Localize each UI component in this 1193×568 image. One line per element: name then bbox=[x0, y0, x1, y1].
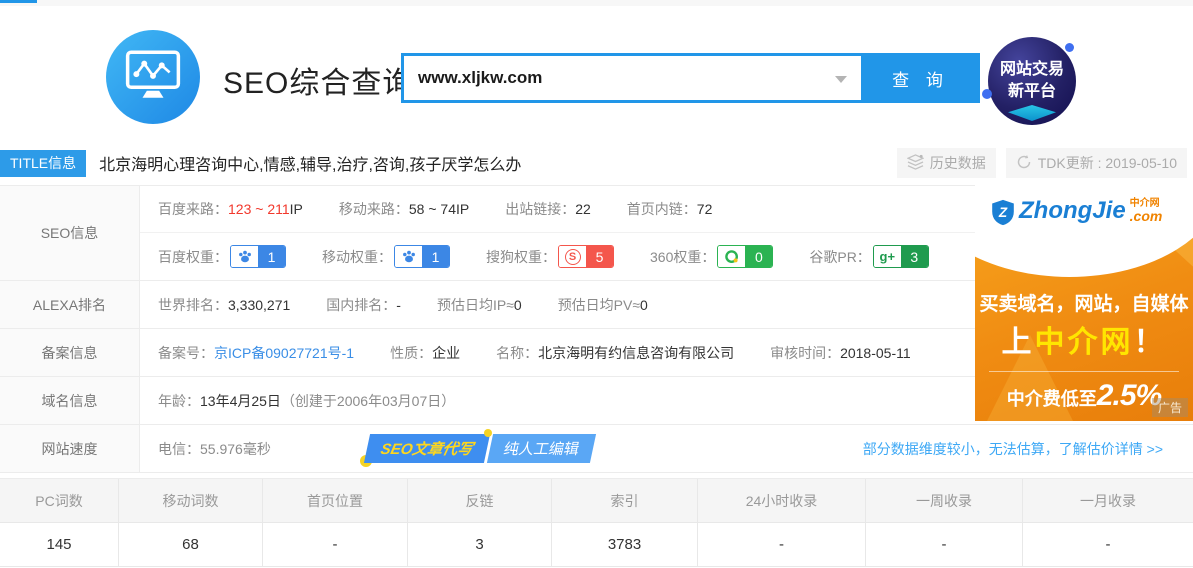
svg-text:Z: Z bbox=[998, 205, 1008, 220]
baidu-traffic: 百度来路： 123 ~ 211 IP bbox=[158, 199, 303, 219]
google-pr-badge[interactable]: g+ 3 bbox=[873, 245, 929, 268]
top-strip bbox=[0, 0, 1193, 6]
site-trade-badge-line1: 网站交易 bbox=[1000, 59, 1064, 81]
shield-z-icon: Z bbox=[991, 199, 1015, 231]
tdk-update-status: TDK更新 : 2019-05-10 bbox=[1006, 148, 1187, 178]
homepage-internal-links: 首页内链： 72 bbox=[627, 199, 713, 219]
360-circle-icon bbox=[718, 246, 745, 267]
stats-header-pc-words: PC词数 bbox=[0, 479, 119, 522]
history-data-link[interactable]: 历史数据 bbox=[897, 148, 996, 178]
site-title-text: 北京海明心理咨询中心,情感,辅导,治疗,咨询,孩子厌学怎么办 bbox=[99, 151, 521, 175]
baidu-paw-icon bbox=[231, 246, 258, 267]
estimate-detail-link[interactable]: 部分数据维度较小，无法估算，了解估价详情 >> bbox=[863, 439, 1163, 459]
360-weight: 360权重： 0 bbox=[650, 245, 773, 268]
stats-header-home-position: 首页位置 bbox=[263, 479, 408, 522]
stats-value-24h-included: - bbox=[698, 523, 866, 566]
ad-headline: 买卖域名，网站，自媒体 bbox=[975, 289, 1193, 316]
row-label-beian: 备案信息 bbox=[0, 329, 140, 376]
title-bar-right: 历史数据 TDK更新 : 2019-05-10 bbox=[897, 147, 1187, 179]
stats-value-row: 145 68 - 3 3783 - - - bbox=[0, 523, 1193, 567]
mobile-weight-badge[interactable]: 1 bbox=[394, 245, 450, 268]
org-name: 名称： 北京海明有约信息咨询有限公司 bbox=[496, 343, 734, 363]
mobile-weight: 移动权重： 1 bbox=[322, 245, 450, 268]
site-trade-badge-line2: 新平台 bbox=[1008, 81, 1056, 103]
query-button[interactable]: 查 询 bbox=[861, 53, 980, 103]
baidu-weight: 百度权重： 1 bbox=[158, 245, 286, 268]
speed-row-content: 电信： 55.976毫秒 SEO文章代写 纯人工编辑 部分数据维度较小，无法估算… bbox=[140, 425, 1193, 472]
row-label-domain: 域名信息 bbox=[0, 377, 140, 424]
top-strip-accent bbox=[0, 0, 37, 3]
zhongjie-ad-banner[interactable]: Z ZhongJie 中介网 .com 买卖域名，网站，自媒体 上中介网！ 中介… bbox=[975, 185, 1193, 421]
sogou-weight-badge[interactable]: S 5 bbox=[558, 245, 614, 268]
world-rank: 世界排名： 3,330,271 bbox=[158, 295, 290, 315]
seo-query-page: SEO综合查询 查 询 网站交易 新平台 TITLE信息 北京海明心理咨询中心,… bbox=[0, 0, 1193, 568]
audit-date: 审核时间： 2018-05-11 bbox=[770, 343, 911, 363]
outbound-links: 出站链接： 22 bbox=[505, 199, 591, 219]
history-data-label: 历史数据 bbox=[930, 153, 986, 173]
ad-divider bbox=[989, 371, 1179, 372]
stats-value-index: 3783 bbox=[552, 523, 698, 566]
stats-header-backlinks: 反链 bbox=[408, 479, 552, 522]
site-trade-badge[interactable]: 网站交易 新平台 bbox=[988, 37, 1076, 125]
telecom-speed: 电信： 55.976毫秒 bbox=[158, 439, 271, 459]
search-input-wrap bbox=[404, 56, 861, 100]
stats-header-mobile-words: 移动词数 bbox=[119, 479, 263, 522]
stats-value-week-included: - bbox=[866, 523, 1023, 566]
sogou-weight: 搜狗权重： S 5 bbox=[486, 245, 614, 268]
stats-header-24h-included: 24小时收录 bbox=[698, 479, 866, 522]
stats-value-mobile-words: 68 bbox=[119, 523, 263, 566]
tdk-update-label: TDK更新 : 2019-05-10 bbox=[1038, 153, 1177, 173]
org-type: 性质： 企业 bbox=[390, 343, 460, 363]
baidu-weight-badge[interactable]: 1 bbox=[230, 245, 286, 268]
google-plus-icon: g+ bbox=[874, 246, 901, 267]
monitor-chart-icon bbox=[125, 49, 181, 106]
table-row-speed: 网站速度 电信： 55.976毫秒 SEO文章代写 纯人工编辑 部分数据维度较小… bbox=[0, 425, 1193, 473]
row-label-alexa: ALEXA排名 bbox=[0, 281, 140, 328]
stats-value-pc-words: 145 bbox=[0, 523, 119, 566]
icp-number-link[interactable]: 京ICP备09027721号-1 bbox=[214, 343, 354, 363]
glow-platform-decor bbox=[1008, 105, 1056, 121]
app-logo bbox=[106, 30, 200, 124]
estimated-daily-pv: 预估日均PV≈ 0 bbox=[558, 295, 648, 315]
ad-tag: 广告 bbox=[1152, 398, 1188, 417]
domain-age: 年龄： 13年4月25日 （创建于2006年03月07日） bbox=[158, 391, 455, 411]
sogou-s-icon: S bbox=[559, 246, 586, 267]
caret-down-icon[interactable] bbox=[835, 76, 847, 83]
keyword-stats-table: PC词数 移动词数 首页位置 反链 索引 24小时收录 一周收录 一月收录 14… bbox=[0, 478, 1193, 567]
ad-slogan: 上中介网！ bbox=[975, 317, 1193, 361]
stats-header-month-included: 一月收录 bbox=[1023, 479, 1193, 522]
stats-header-week-included: 一周收录 bbox=[866, 479, 1023, 522]
search-bar: 查 询 bbox=[401, 53, 980, 103]
search-input[interactable] bbox=[404, 56, 861, 100]
title-info-label: TITLE信息 bbox=[0, 150, 86, 177]
stats-value-month-included: - bbox=[1023, 523, 1193, 566]
zhongjie-logo: Z ZhongJie 中介网 .com bbox=[991, 199, 1162, 231]
title-bar: TITLE信息 北京海明心理咨询中心,情感,辅导,治疗,咨询,孩子厌学怎么办 历… bbox=[0, 147, 1193, 179]
mobile-traffic: 移动来路： 58 ~ 74 IP bbox=[339, 199, 469, 219]
estimated-daily-ip: 预估日均IP≈ 0 bbox=[437, 295, 522, 315]
page-title: SEO综合查询 bbox=[223, 58, 413, 102]
icp-number: 备案号： 京ICP备09027721号-1 bbox=[158, 343, 354, 363]
stats-header-row: PC词数 移动词数 首页位置 反链 索引 24小时收录 一周收录 一月收录 bbox=[0, 479, 1193, 523]
refresh-icon bbox=[1016, 154, 1032, 173]
seo-article-promo-banner[interactable]: SEO文章代写 纯人工编辑 bbox=[367, 434, 593, 463]
baidu-paw-icon bbox=[395, 246, 422, 267]
360-weight-badge[interactable]: 0 bbox=[717, 245, 773, 268]
stats-value-backlinks: 3 bbox=[408, 523, 552, 566]
layers-icon bbox=[907, 154, 924, 173]
stats-value-home-position: - bbox=[263, 523, 408, 566]
domestic-rank: 国内排名： - bbox=[326, 295, 401, 315]
row-label-seo: SEO信息 bbox=[0, 186, 140, 280]
stats-header-index: 索引 bbox=[552, 479, 698, 522]
google-pr: 谷歌PR： g+ 3 bbox=[809, 245, 928, 268]
row-label-speed: 网站速度 bbox=[0, 425, 140, 472]
